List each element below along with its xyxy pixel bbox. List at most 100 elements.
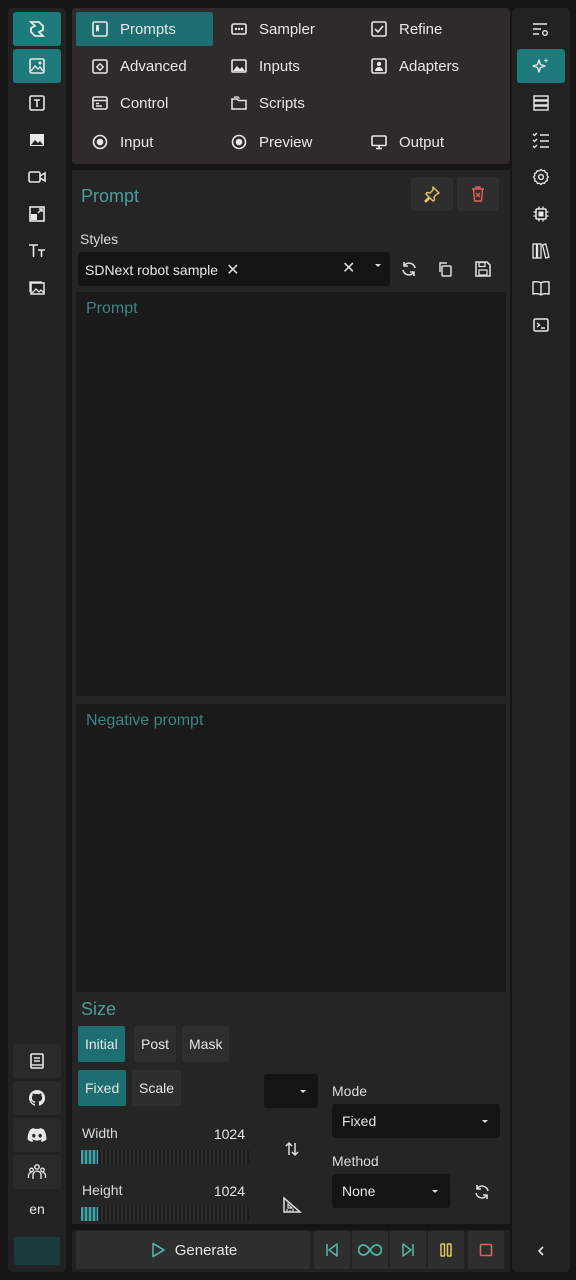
- style-chip-label: SDNext robot sample: [85, 262, 219, 278]
- size-tab-initial[interactable]: Initial: [78, 1026, 125, 1062]
- tab-output[interactable]: Output: [355, 125, 505, 159]
- checklist-icon: [532, 132, 549, 149]
- tab-scripts[interactable]: Scripts: [215, 86, 351, 120]
- tab-label: Control: [120, 94, 169, 112]
- rail-settings-toggle-button[interactable]: [517, 12, 565, 46]
- chevron-down-icon: [482, 1120, 488, 1123]
- prompts-icon: [90, 19, 110, 39]
- remove-style-icon[interactable]: ✕: [226, 260, 239, 280]
- stop-icon: [479, 1243, 493, 1257]
- refresh-method-button[interactable]: [468, 1177, 496, 1207]
- previous-button[interactable]: [314, 1231, 350, 1269]
- infinity-icon: [358, 1244, 382, 1256]
- tab-sampler[interactable]: Sampler: [215, 12, 351, 46]
- picture-icon: [30, 134, 44, 146]
- rail-library-button[interactable]: [517, 234, 565, 268]
- rail-discord-button[interactable]: [13, 1118, 61, 1152]
- height-slider-fill: [81, 1207, 98, 1221]
- rail-tasks-button[interactable]: [517, 123, 565, 157]
- prompt-textarea[interactable]: Prompt: [76, 292, 506, 696]
- rail-models-button[interactable]: [517, 86, 565, 120]
- size-tab-mask[interactable]: Mask: [182, 1026, 230, 1062]
- refine-icon: [369, 19, 389, 39]
- stop-button[interactable]: [468, 1231, 504, 1269]
- apply-styles-button[interactable]: [432, 252, 458, 286]
- method-label: Method: [332, 1153, 379, 1169]
- rail-github-button[interactable]: [13, 1081, 61, 1115]
- ruler-triangle-icon: [283, 1196, 302, 1213]
- rail-console-button[interactable]: [517, 308, 565, 342]
- skip-back-icon: [326, 1243, 338, 1257]
- github-icon: [28, 1089, 46, 1106]
- chevron-down-icon[interactable]: [373, 260, 383, 270]
- tab-advanced[interactable]: Advanced: [76, 49, 213, 83]
- tab-control[interactable]: Control: [76, 86, 213, 120]
- rail-community-button[interactable]: [13, 1155, 61, 1189]
- collapse-rail-button[interactable]: [517, 1234, 565, 1268]
- sliders-gear-icon: [533, 23, 548, 36]
- rail-wiki-button[interactable]: [517, 271, 565, 305]
- width-slider[interactable]: [81, 1150, 249, 1164]
- radio-icon: [229, 132, 249, 152]
- pin-button[interactable]: [411, 177, 453, 211]
- refresh-icon: [475, 1185, 489, 1199]
- loop-button[interactable]: [352, 1231, 388, 1269]
- rail-networks-button[interactable]: [517, 49, 565, 83]
- prompt-panel: Prompt Styles SDNext robot sample ✕ ✕ Pr…: [72, 170, 510, 1224]
- tab-adapters[interactable]: Adapters: [355, 49, 505, 83]
- width-value[interactable]: 1024: [185, 1126, 245, 1142]
- negative-prompt-textarea[interactable]: Negative prompt: [76, 704, 506, 992]
- clear-styles-icon[interactable]: ✕: [342, 258, 355, 278]
- logo-button[interactable]: [13, 12, 61, 46]
- refresh-styles-button[interactable]: [396, 252, 422, 286]
- width-slider-fill: [81, 1150, 98, 1164]
- size-tab-post[interactable]: Post: [134, 1026, 177, 1062]
- height-value[interactable]: 1024: [185, 1183, 245, 1199]
- trash-icon: [472, 186, 484, 202]
- width-label: Width: [82, 1125, 118, 1141]
- pause-icon: [440, 1243, 452, 1257]
- language-button[interactable]: en: [13, 1192, 61, 1226]
- inputs-icon: [229, 56, 249, 76]
- pause-button[interactable]: [428, 1231, 464, 1269]
- size-subtab-fixed[interactable]: Fixed: [78, 1070, 127, 1106]
- rail-docs-button[interactable]: [13, 1044, 61, 1078]
- tab-label: Refine: [399, 20, 443, 38]
- tab-preview[interactable]: Preview: [215, 125, 351, 159]
- size-subtab-scale[interactable]: Scale: [132, 1070, 182, 1106]
- next-button[interactable]: [390, 1231, 426, 1269]
- save-style-button[interactable]: [470, 252, 496, 286]
- rail-gallery-button[interactable]: [13, 271, 61, 305]
- rail-caption-button[interactable]: [13, 234, 61, 268]
- height-slider[interactable]: [81, 1207, 249, 1221]
- aspect-ratio-button[interactable]: [278, 1190, 306, 1220]
- generate-button[interactable]: Generate: [76, 1231, 310, 1269]
- rail-upscale-button[interactable]: [13, 197, 61, 231]
- rail-image-button[interactable]: [13, 123, 61, 157]
- monitor-icon: [369, 132, 389, 152]
- method-value: None: [342, 1183, 376, 1199]
- rail-system-button[interactable]: [517, 197, 565, 231]
- rail-text-button[interactable]: [13, 86, 61, 120]
- chevron-left-icon: [537, 1246, 544, 1256]
- tab-label: Preview: [259, 133, 313, 151]
- rail-settings-button[interactable]: [517, 160, 565, 194]
- rail-video-button[interactable]: [13, 160, 61, 194]
- mode-select[interactable]: Fixed: [332, 1104, 500, 1138]
- resolution-preset-select[interactable]: [264, 1074, 318, 1108]
- tab-refine[interactable]: Refine: [355, 12, 505, 46]
- tab-input[interactable]: Input: [76, 125, 213, 159]
- rail-text2image-button[interactable]: [13, 49, 61, 83]
- styles-select[interactable]: SDNext robot sample ✕ ✕: [78, 252, 390, 286]
- advanced-icon: [90, 56, 110, 76]
- language-label: en: [29, 1201, 45, 1217]
- tab-inputs[interactable]: Inputs: [215, 49, 351, 83]
- image-icon: [29, 58, 45, 74]
- tab-prompts[interactable]: Prompts: [76, 12, 213, 46]
- method-select[interactable]: None: [332, 1174, 450, 1208]
- tab-label: Advanced: [120, 57, 187, 75]
- swap-dimensions-button[interactable]: [278, 1134, 306, 1164]
- clear-prompt-button[interactable]: [457, 177, 499, 211]
- text-box-icon: [29, 95, 45, 111]
- terminal-icon: [533, 318, 549, 332]
